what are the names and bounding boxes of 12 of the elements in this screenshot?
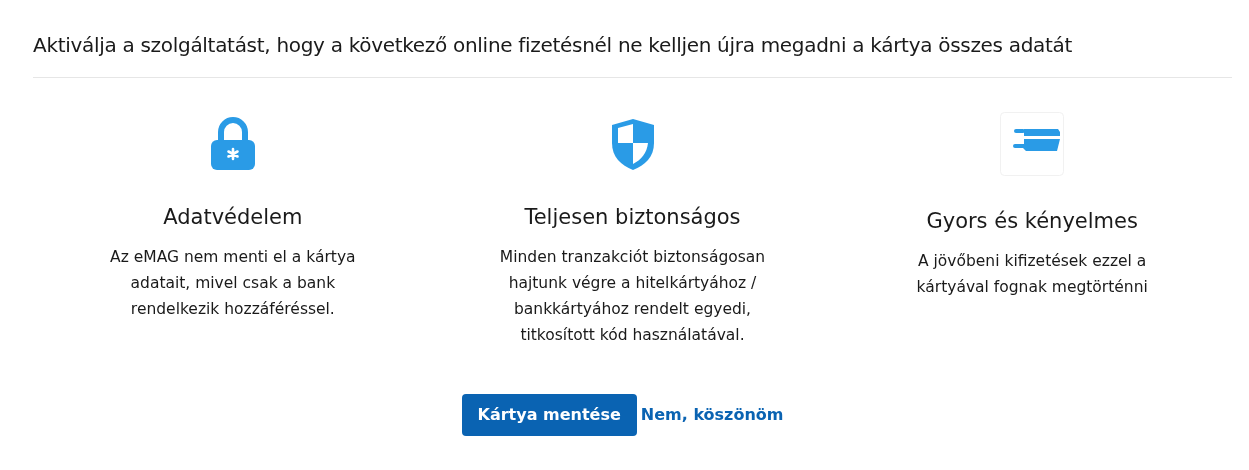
heading: Aktiválja a szolgáltatást, hogy a következő online fizetésnél ne kelljen újra megadni a kártya összes adatát [33, 33, 1232, 78]
decline-link[interactable]: Nem, köszönöm [640, 402, 784, 427]
shield-icon [609, 116, 656, 172]
feature-title: Adatvédelem [162, 204, 304, 231]
feature-description: Minden tranzakciót biztonságosan hajtunk végre a hitelkártyához / bankkártyához rendelt egyedi, titkosított kód használatával. [498, 246, 767, 346]
padlock-icon [208, 116, 257, 172]
feature-description: A jövőbeni kifizetések ezzel a kártyával fognak megtörténni [915, 250, 1149, 298]
feature-description: Az eMAG nem menti el a kártya adatait, mivel csak a bank rendelkezik hozzáféréssel. [109, 246, 357, 320]
feature-title: Gyors és kényelmes [925, 208, 1139, 235]
save-card-button[interactable]: Kártya mentése [461, 393, 637, 436]
feature-title: Teljesen biztonságos [523, 204, 742, 231]
card-icon [1000, 112, 1065, 176]
